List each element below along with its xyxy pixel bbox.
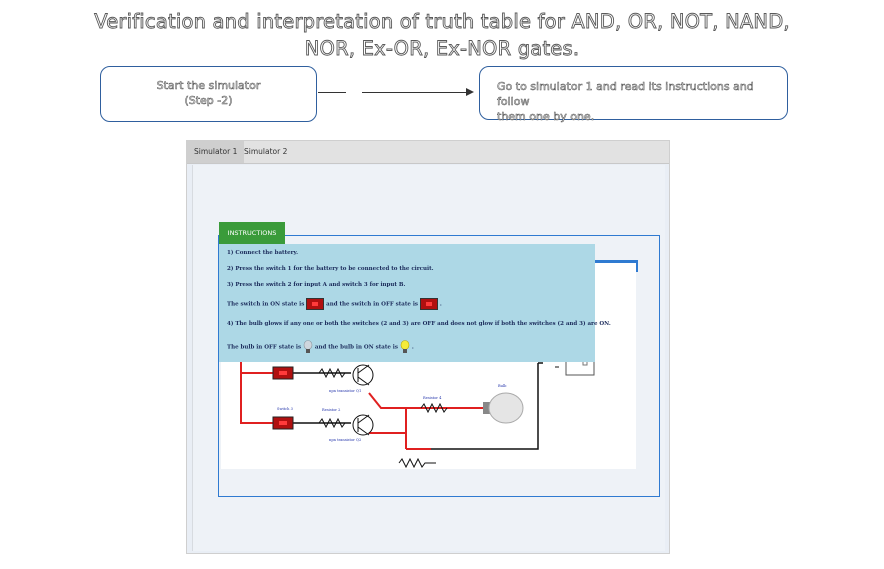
page-title: Verification and interpretation of truth… — [0, 8, 884, 62]
npn-transistor-q2-icon — [352, 414, 374, 436]
bulb-label: Bulb — [498, 384, 507, 388]
flow-arrow-line — [362, 92, 470, 93]
step-box-instructions: Go to simulator 1 and read its instructi… — [479, 66, 788, 123]
bulb-on-icon — [400, 340, 410, 353]
connector-dash — [318, 92, 346, 93]
instruction-step-1: 1) Connect the battery. — [227, 250, 299, 256]
instruction-step-3: 3) Press the switch 2 for input A and sw… — [227, 282, 406, 288]
resistor-2-label: Resistor 2 — [322, 408, 341, 412]
switch-2-icon[interactable] — [272, 366, 294, 380]
resistor-4-label: Resistor 4 — [423, 396, 442, 400]
step-box-start-simulator: Start the simulator (Step -2) — [100, 66, 317, 122]
title-line-2: NOR, Ex-OR, Ex-NOR gates. — [304, 37, 580, 61]
step-start-label: Start the simulator — [156, 79, 261, 93]
simulator-tab-bar: Simulator 1 Simulator 2 — [187, 141, 669, 164]
tab-simulator-2[interactable]: Simulator 2 — [237, 141, 294, 163]
bulb-on-text: and the bulb in ON state is — [314, 344, 398, 351]
resistor-bottom-icon — [398, 457, 436, 469]
instruction-step-4: 4) The bulb glows if any one or both the… — [227, 321, 611, 327]
npn-transistor-q1-icon — [352, 364, 374, 386]
simulator-window: Simulator 1 Simulator 2 r Logic (RTL) — [186, 140, 670, 554]
npn-q1-label: npn transistor Q1 — [329, 389, 362, 393]
switch-off-suffix: . — [439, 301, 442, 308]
switch-state-legend: The switch in ON state is and the switch… — [227, 298, 442, 310]
arrow-right-icon — [466, 88, 474, 96]
switch-off-icon — [419, 298, 438, 310]
title-line-1: Verification and interpretation of truth… — [94, 10, 790, 34]
step-number-label: (Step -2) — [184, 94, 233, 108]
instructions-panel: 1) Connect the battery. 2) Press the swi… — [219, 244, 611, 362]
bulb-icon — [483, 392, 524, 424]
bulb-state-legend: The bulb in OFF state is and the bulb in… — [227, 340, 414, 354]
bulb-off-icon — [303, 340, 313, 353]
switch-on-icon — [306, 298, 325, 310]
tab-simulator-1[interactable]: Simulator 1 — [187, 141, 245, 163]
switch-3-label: Switch 3 — [277, 407, 293, 411]
bulb-on-suffix: . — [411, 344, 414, 351]
step-instruction-line-1: Go to simulator 1 and read its instructi… — [497, 80, 754, 109]
simulator-canvas: r Logic (RTL) — [192, 165, 665, 551]
switch-3-icon[interactable] — [272, 416, 294, 430]
instruction-step-2: 2) Press the switch 1 for the battery to… — [227, 266, 434, 272]
switch-off-text: and the switch in OFF state is — [326, 301, 419, 308]
switch-on-text: The switch in ON state is — [227, 301, 305, 308]
npn-q2-label: npn transistor Q2 — [329, 438, 362, 442]
bulb-off-text: The bulb in OFF state is — [227, 344, 302, 351]
instructions-tab[interactable]: INSTRUCTIONS — [219, 222, 285, 244]
step-instruction-line-2: them one by one. — [497, 110, 595, 124]
